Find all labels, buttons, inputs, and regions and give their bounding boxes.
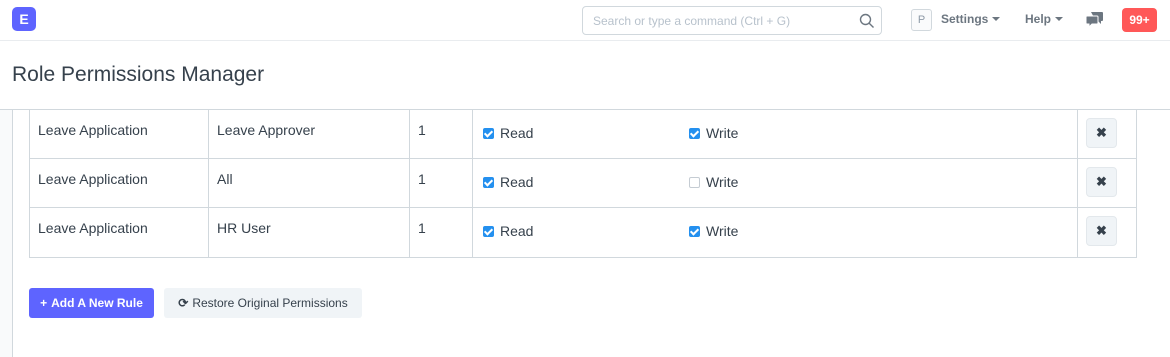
search-box xyxy=(582,6,882,35)
write-label: Write xyxy=(706,223,739,239)
remove-rule-button[interactable]: ✖ xyxy=(1086,216,1117,246)
search-input[interactable] xyxy=(583,7,853,34)
role-cell: Leave Approver xyxy=(208,110,315,159)
search-icon[interactable] xyxy=(859,13,875,29)
level-cell: 1 xyxy=(409,110,426,159)
add-new-rule-button[interactable]: + Add A New Rule xyxy=(29,288,154,318)
chat-icon[interactable] xyxy=(1086,11,1104,28)
page-title: Role Permissions Manager xyxy=(12,63,265,86)
action-cell: ✖ xyxy=(1077,208,1137,257)
close-icon: ✖ xyxy=(1096,223,1107,238)
role-cell: All xyxy=(208,159,233,208)
level-cell: 1 xyxy=(409,208,426,257)
table-row: Leave Application Leave Approver 1 Read … xyxy=(30,110,1136,159)
level-cell: 1 xyxy=(409,159,426,208)
restore-label: Restore Original Permissions xyxy=(192,296,348,310)
table-row: Leave Application HR User 1 Read Write ✖ xyxy=(30,208,1136,257)
permissions-cell: Read Write xyxy=(472,208,1078,257)
close-icon: ✖ xyxy=(1096,125,1107,140)
remove-rule-button[interactable]: ✖ xyxy=(1086,167,1117,197)
user-avatar[interactable]: P xyxy=(911,9,932,31)
restore-original-permissions-button[interactable]: ⟳ Restore Original Permissions xyxy=(164,288,362,318)
action-cell: ✖ xyxy=(1077,110,1137,159)
role-cell: HR User xyxy=(208,208,271,257)
close-icon: ✖ xyxy=(1096,174,1107,189)
checkbox-checked-icon xyxy=(483,226,494,237)
settings-menu[interactable]: Settings xyxy=(941,12,1001,26)
help-label: Help xyxy=(1025,12,1052,26)
write-label: Write xyxy=(706,125,739,141)
remove-rule-button[interactable]: ✖ xyxy=(1086,118,1117,148)
notifications-badge[interactable]: 99+ xyxy=(1122,8,1157,32)
checkbox-checked-icon xyxy=(483,128,494,139)
checkbox-checked-icon xyxy=(483,177,494,188)
add-new-rule-label: Add A New Rule xyxy=(51,296,143,310)
refresh-icon: ⟳ xyxy=(178,296,189,310)
plus-icon: + xyxy=(40,296,48,310)
write-label: Write xyxy=(706,174,739,190)
app-logo[interactable]: E xyxy=(12,7,36,31)
read-label: Read xyxy=(500,174,534,190)
action-cell: ✖ xyxy=(1077,159,1137,208)
permissions-table: Leave Application Leave Approver 1 Read … xyxy=(29,110,1137,258)
document-type-cell: Leave Application xyxy=(38,171,148,187)
read-label: Read xyxy=(500,125,534,141)
help-menu[interactable]: Help xyxy=(1025,12,1064,26)
document-type-cell: Leave Application xyxy=(38,122,148,138)
checkbox-checked-icon xyxy=(689,128,700,139)
chevron-down-icon xyxy=(992,17,1001,21)
page-header: Role Permissions Manager xyxy=(0,41,1170,110)
settings-label: Settings xyxy=(941,12,989,26)
permissions-card: Leave Application Leave Approver 1 Read … xyxy=(12,110,1170,357)
read-label: Read xyxy=(500,223,534,239)
permissions-cell: Read Write xyxy=(472,159,1078,208)
document-type-cell: Leave Application xyxy=(38,220,148,236)
navbar: E P Settings Help 99+ xyxy=(0,0,1170,41)
chevron-down-icon xyxy=(1055,17,1064,21)
permissions-cell: Read Write xyxy=(472,110,1078,159)
checkbox-unchecked-icon xyxy=(689,177,700,188)
table-row: Leave Application All 1 Read Write ✖ xyxy=(30,159,1136,208)
checkbox-checked-icon xyxy=(689,226,700,237)
